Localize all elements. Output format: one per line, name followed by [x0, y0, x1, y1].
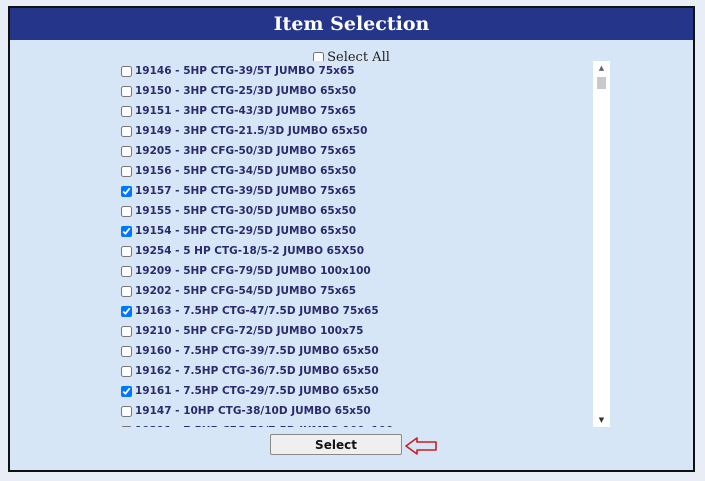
list-item[interactable]: 19160 - 7.5HP CTG-39/7.5D JUMBO 65x50 — [118, 341, 610, 361]
item-label: 19156 - 5HP CTG-34/5D JUMBO 65x50 — [135, 165, 357, 177]
item-label: 19150 - 3HP CTG-25/3D JUMBO 65x50 — [135, 85, 357, 97]
item-label: 19211 - 7.5HP CFG-70/7.5D JUMBO 100x100 — [135, 425, 393, 427]
item-label: 19205 - 3HP CFG-50/3D JUMBO 75x65 — [135, 145, 357, 157]
scroll-thumb[interactable] — [597, 77, 606, 89]
item-label: 19157 - 5HP CTG-39/5D JUMBO 75x65 — [135, 185, 357, 197]
item-label: 19151 - 3HP CTG-43/3D JUMBO 75x65 — [135, 105, 357, 117]
item-label: 19202 - 5HP CFG-54/5D JUMBO 75x65 — [135, 285, 357, 297]
item-checkbox[interactable] — [121, 345, 132, 357]
list-item[interactable]: 19161 - 7.5HP CTG-29/7.5D JUMBO 65x50 — [118, 381, 610, 401]
scroll-down-arrow-icon[interactable]: ▼ — [593, 413, 610, 427]
item-checkbox[interactable] — [121, 305, 132, 317]
item-list[interactable]: 19146 - 5HP CTG-39/5T JUMBO 75x65 19150 -… — [118, 61, 610, 427]
list-item[interactable]: 19210 - 5HP CFG-72/5D JUMBO 100x75 — [118, 321, 610, 341]
item-label: 19155 - 5HP CTG-30/5D JUMBO 65x50 — [135, 205, 357, 217]
list-item[interactable]: 19146 - 5HP CTG-39/5T JUMBO 75x65 — [118, 61, 610, 81]
item-checkbox[interactable] — [121, 165, 132, 177]
item-checkbox[interactable] — [121, 365, 132, 377]
dialog-title: Item Selection — [10, 8, 693, 40]
list-item[interactable]: 19150 - 3HP CTG-25/3D JUMBO 65x50 — [118, 81, 610, 101]
item-label: 19154 - 5HP CTG-29/5D JUMBO 65x50 — [135, 225, 357, 237]
item-checkbox[interactable] — [121, 145, 132, 157]
item-list-items: 19146 - 5HP CTG-39/5T JUMBO 75x65 19150 -… — [118, 61, 610, 427]
item-label: 19147 - 10HP CTG-38/10D JUMBO 65x50 — [135, 405, 371, 417]
item-checkbox[interactable] — [121, 205, 132, 217]
item-label: 19254 - 5 HP CTG-18/5-2 JUMBO 65X50 — [135, 245, 365, 257]
item-checkbox[interactable] — [121, 105, 132, 117]
list-item[interactable]: 19162 - 7.5HP CTG-36/7.5D JUMBO 65x50 — [118, 361, 610, 381]
scroll-up-arrow-icon[interactable]: ▲ — [593, 61, 610, 75]
list-item[interactable]: 19156 - 5HP CTG-34/5D JUMBO 65x50 — [118, 161, 610, 181]
list-scrollbar[interactable]: ▲ ▼ — [593, 61, 610, 427]
item-label: 19209 - 5HP CFG-79/5D JUMBO 100x100 — [135, 265, 371, 277]
select-button[interactable]: Select — [270, 434, 402, 455]
item-checkbox[interactable] — [121, 85, 132, 97]
item-checkbox[interactable] — [121, 265, 132, 277]
item-label: 19161 - 7.5HP CTG-29/7.5D JUMBO 65x50 — [135, 385, 379, 397]
item-label: 19210 - 5HP CFG-72/5D JUMBO 100x75 — [135, 325, 364, 337]
list-item[interactable]: 19147 - 10HP CTG-38/10D JUMBO 65x50 — [118, 401, 610, 421]
item-label: 19149 - 3HP CTG-21.5/3D JUMBO 65x50 — [135, 125, 368, 137]
item-checkbox[interactable] — [121, 65, 132, 77]
item-checkbox[interactable] — [121, 185, 132, 197]
list-item[interactable]: 19151 - 3HP CTG-43/3D JUMBO 75x65 — [118, 101, 610, 121]
item-checkbox[interactable] — [121, 385, 132, 397]
left-arrow-outline-icon — [405, 437, 437, 455]
list-item[interactable]: 19209 - 5HP CFG-79/5D JUMBO 100x100 — [118, 261, 610, 281]
item-checkbox[interactable] — [121, 285, 132, 297]
item-label: 19162 - 7.5HP CTG-36/7.5D JUMBO 65x50 — [135, 365, 379, 377]
list-item[interactable]: 19205 - 3HP CFG-50/3D JUMBO 75x65 — [118, 141, 610, 161]
item-checkbox[interactable] — [121, 405, 132, 417]
list-item[interactable]: 19155 - 5HP CTG-30/5D JUMBO 65x50 — [118, 201, 610, 221]
item-label: 19160 - 7.5HP CTG-39/7.5D JUMBO 65x50 — [135, 345, 379, 357]
item-checkbox[interactable] — [121, 325, 132, 337]
list-item[interactable]: 19202 - 5HP CFG-54/5D JUMBO 75x65 — [118, 281, 610, 301]
item-label: 19146 - 5HP CTG-39/5T JUMBO 75x65 — [135, 65, 355, 77]
list-item[interactable]: 19154 - 5HP CTG-29/5D JUMBO 65x50 — [118, 221, 610, 241]
list-item[interactable]: 19157 - 5HP CTG-39/5D JUMBO 75x65 — [118, 181, 610, 201]
item-label: 19163 - 7.5HP CTG-47/7.5D JUMBO 75x65 — [135, 305, 379, 317]
item-checkbox[interactable] — [121, 225, 132, 237]
item-checkbox[interactable] — [121, 425, 132, 427]
list-item[interactable]: 19149 - 3HP CTG-21.5/3D JUMBO 65x50 — [118, 121, 610, 141]
list-item[interactable]: 19254 - 5 HP CTG-18/5-2 JUMBO 65X50 — [118, 241, 610, 261]
list-item[interactable]: 19163 - 7.5HP CTG-47/7.5D JUMBO 75x65 — [118, 301, 610, 321]
item-checkbox[interactable] — [121, 245, 132, 257]
list-item[interactable]: 19211 - 7.5HP CFG-70/7.5D JUMBO 100x100 — [118, 421, 610, 427]
item-checkbox[interactable] — [121, 125, 132, 137]
